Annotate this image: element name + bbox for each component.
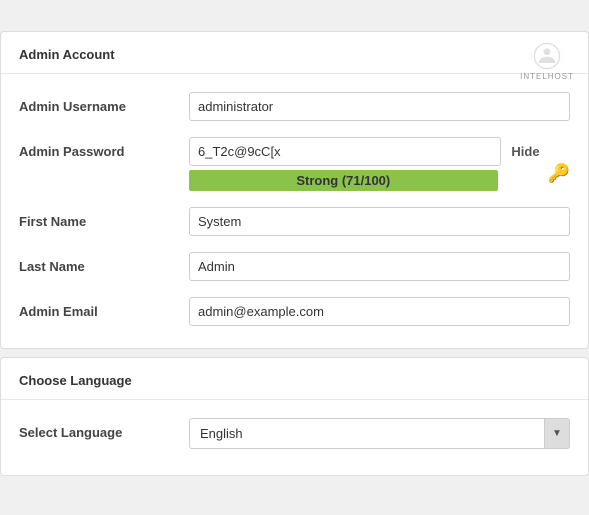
email-field xyxy=(189,297,570,326)
admin-title-text: Admin Account xyxy=(19,47,115,62)
firstname-label: First Name xyxy=(19,207,189,229)
password-input[interactable] xyxy=(189,137,501,166)
username-field xyxy=(189,92,570,121)
email-row: Admin Email xyxy=(19,289,570,334)
select-language-label: Select Language xyxy=(19,418,189,440)
language-section-body: Select Language English Spanish French G… xyxy=(1,400,588,475)
admin-account-section: Admin Account INTELHOST Admin Username A… xyxy=(0,31,589,349)
username-input[interactable] xyxy=(189,92,570,121)
username-row: Admin Username xyxy=(19,84,570,129)
language-section: Choose Language Select Language English … xyxy=(0,357,589,476)
firstname-field xyxy=(189,207,570,236)
hide-password-button[interactable]: Hide xyxy=(509,140,541,163)
firstname-input[interactable] xyxy=(189,207,570,236)
language-title-text: Choose Language xyxy=(19,373,132,388)
password-input-wrapper: Hide xyxy=(189,137,542,166)
lastname-input[interactable] xyxy=(189,252,570,281)
key-icon[interactable]: 🔑 xyxy=(548,163,570,184)
admin-section-title: Admin Account xyxy=(1,32,588,74)
password-strength-bar-container: Strong (71/100) xyxy=(189,170,498,191)
select-wrapper: English Spanish French German Chinese ▼ xyxy=(189,418,570,449)
intelhost-logo: INTELHOST xyxy=(520,42,574,81)
username-label: Admin Username xyxy=(19,92,189,114)
intelhost-logo-icon xyxy=(533,42,561,70)
password-label: Admin Password xyxy=(19,137,189,159)
email-label: Admin Email xyxy=(19,297,189,319)
strength-text: Strong (71/100) xyxy=(296,173,390,188)
language-select[interactable]: English Spanish French German Chinese xyxy=(189,418,570,449)
lastname-field xyxy=(189,252,570,281)
select-language-row: Select Language English Spanish French G… xyxy=(19,410,570,457)
logo-text: INTELHOST xyxy=(520,72,574,81)
page-container: Admin Account INTELHOST Admin Username A… xyxy=(0,31,589,484)
admin-section-body: Admin Username Admin Password Hide xyxy=(1,74,588,348)
password-row: Admin Password Hide Strong (71/100) xyxy=(19,129,570,199)
lastname-row: Last Name xyxy=(19,244,570,289)
email-input[interactable] xyxy=(189,297,570,326)
language-section-title: Choose Language xyxy=(1,358,588,400)
password-strength-bar: Strong (71/100) xyxy=(189,170,498,191)
firstname-row: First Name xyxy=(19,199,570,244)
password-field-area: Hide Strong (71/100) xyxy=(189,137,542,191)
lastname-label: Last Name xyxy=(19,252,189,274)
